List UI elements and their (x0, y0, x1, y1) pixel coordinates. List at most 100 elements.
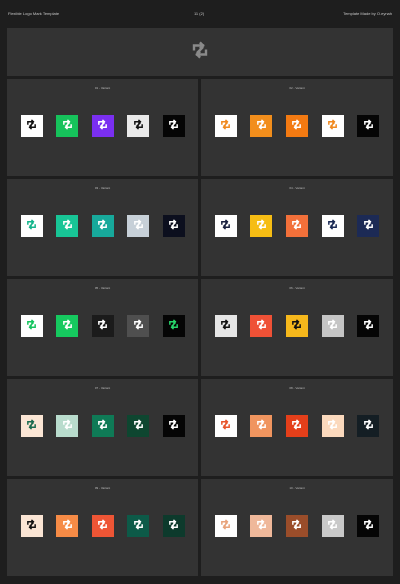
logo-tile (250, 315, 273, 337)
logo-tile (357, 415, 380, 437)
variant-panel: 06 - Variant (201, 279, 393, 376)
variant-panel: 05 - Variant (7, 279, 198, 376)
decentraland-arrows-icon (363, 117, 374, 135)
logo-tile (20, 215, 43, 237)
variant-label: 07 - Variant (94, 386, 111, 390)
logo-tile (162, 515, 185, 537)
decentraland-arrows-icon (62, 517, 73, 535)
decentraland-arrows-icon (220, 117, 231, 135)
logo-tile (214, 115, 237, 137)
decentraland-arrows-icon (26, 517, 37, 535)
logo-tile (127, 315, 149, 337)
decentraland-arrows-icon (327, 417, 338, 435)
decentraland-arrows-icon (97, 117, 108, 135)
variant-panel: 02 - Variant (201, 79, 393, 176)
decentraland-arrows-icon (26, 417, 37, 435)
decentraland-arrows-icon (168, 217, 179, 235)
logo-tile (214, 315, 237, 337)
decentraland-arrows-icon (133, 417, 144, 435)
decentraland-arrows-icon (291, 217, 302, 235)
decentraland-arrows-icon (133, 217, 144, 235)
decentraland-arrows-icon (97, 317, 108, 335)
logo-tile (20, 515, 43, 537)
variant-panel: 01 - Variant (7, 79, 198, 176)
decentraland-arrows-icon (291, 117, 302, 135)
variant-label: 06 - Variant (289, 286, 305, 290)
decentraland-arrows-icon (327, 117, 338, 135)
decentraland-arrows-icon (363, 417, 374, 435)
decentraland-arrows-icon (327, 217, 338, 235)
variant-label: 04 - Variant (289, 186, 305, 190)
variant-label: 02 - Variant (289, 86, 305, 90)
logo-tile (162, 115, 185, 137)
decentraland-arrows-icon (256, 417, 267, 435)
logo-tile (285, 315, 308, 337)
decentraland-arrows-icon (97, 217, 108, 235)
logo-tile (250, 515, 273, 537)
variant-panel: 10 - Variant (201, 479, 393, 576)
decentraland-arrows-icon (256, 117, 267, 135)
logo-tile (285, 515, 308, 537)
logo-tile (321, 315, 344, 337)
logo-tile (214, 215, 237, 237)
logo-tile (357, 315, 380, 337)
logo-tile (127, 515, 149, 537)
logo-tile-row (7, 515, 198, 537)
variant-label: 08 - Variant (289, 386, 305, 390)
logo-tile-row (7, 415, 198, 437)
decentraland-arrows-icon (220, 417, 231, 435)
variant-panel: 04 - Variant (201, 179, 393, 276)
hero-logo-banner (7, 28, 393, 76)
logo-tile (56, 315, 78, 337)
decentraland-arrows-icon (133, 317, 144, 335)
logo-tile (285, 115, 308, 137)
top-bar: Flexible Logo Mark Template 11 (2) Templ… (0, 0, 400, 26)
page-counter: 11 (2) (194, 11, 205, 16)
decentraland-arrows-icon (191, 41, 209, 64)
variant-label: 10 - Variant (289, 486, 305, 490)
decentraland-arrows-icon (62, 117, 73, 135)
logo-tile (127, 215, 149, 237)
logo-tile (91, 415, 114, 437)
variant-panel: 08 - Variant (201, 379, 393, 476)
decentraland-arrows-icon (363, 317, 374, 335)
decentraland-arrows-icon (291, 517, 302, 535)
logo-tile (250, 415, 273, 437)
logo-tile (91, 115, 114, 137)
logo-tile-row (201, 415, 393, 437)
logo-tile (321, 515, 344, 537)
logo-tile (321, 215, 344, 237)
decentraland-arrows-icon (97, 417, 108, 435)
logo-tile (162, 215, 185, 237)
logo-tile (250, 215, 273, 237)
decentraland-arrows-icon (168, 317, 179, 335)
variant-label: 01 - Variant (94, 86, 111, 90)
logo-tile (56, 215, 78, 237)
logo-tile (162, 415, 185, 437)
decentraland-arrows-icon (291, 417, 302, 435)
logo-tile-row (7, 215, 198, 237)
logo-tile (357, 115, 380, 137)
variant-grid: 01 - Variant 02 - Variant 03 - Variant 04 -… (7, 79, 393, 576)
decentraland-arrows-icon (26, 217, 37, 235)
decentraland-arrows-icon (133, 117, 144, 135)
logo-tile-row (7, 315, 198, 337)
logo-tile (91, 315, 114, 337)
variant-label: 03 - Variant (94, 186, 111, 190)
decentraland-arrows-icon (26, 317, 37, 335)
decentraland-arrows-icon (363, 517, 374, 535)
decentraland-arrows-icon (256, 217, 267, 235)
decentraland-arrows-icon (62, 317, 73, 335)
decentraland-arrows-icon (256, 517, 267, 535)
logo-tile (127, 115, 149, 137)
logo-tile (56, 115, 78, 137)
decentraland-arrows-icon (327, 517, 338, 535)
decentraland-arrows-icon (363, 217, 374, 235)
decentraland-arrows-icon (168, 117, 179, 135)
variant-label: 05 - Variant (94, 286, 111, 290)
decentraland-arrows-icon (97, 517, 108, 535)
decentraland-arrows-icon (220, 317, 231, 335)
logo-tile (214, 415, 237, 437)
logo-tile (250, 115, 273, 137)
variant-label: 09 - Variant (94, 486, 111, 490)
